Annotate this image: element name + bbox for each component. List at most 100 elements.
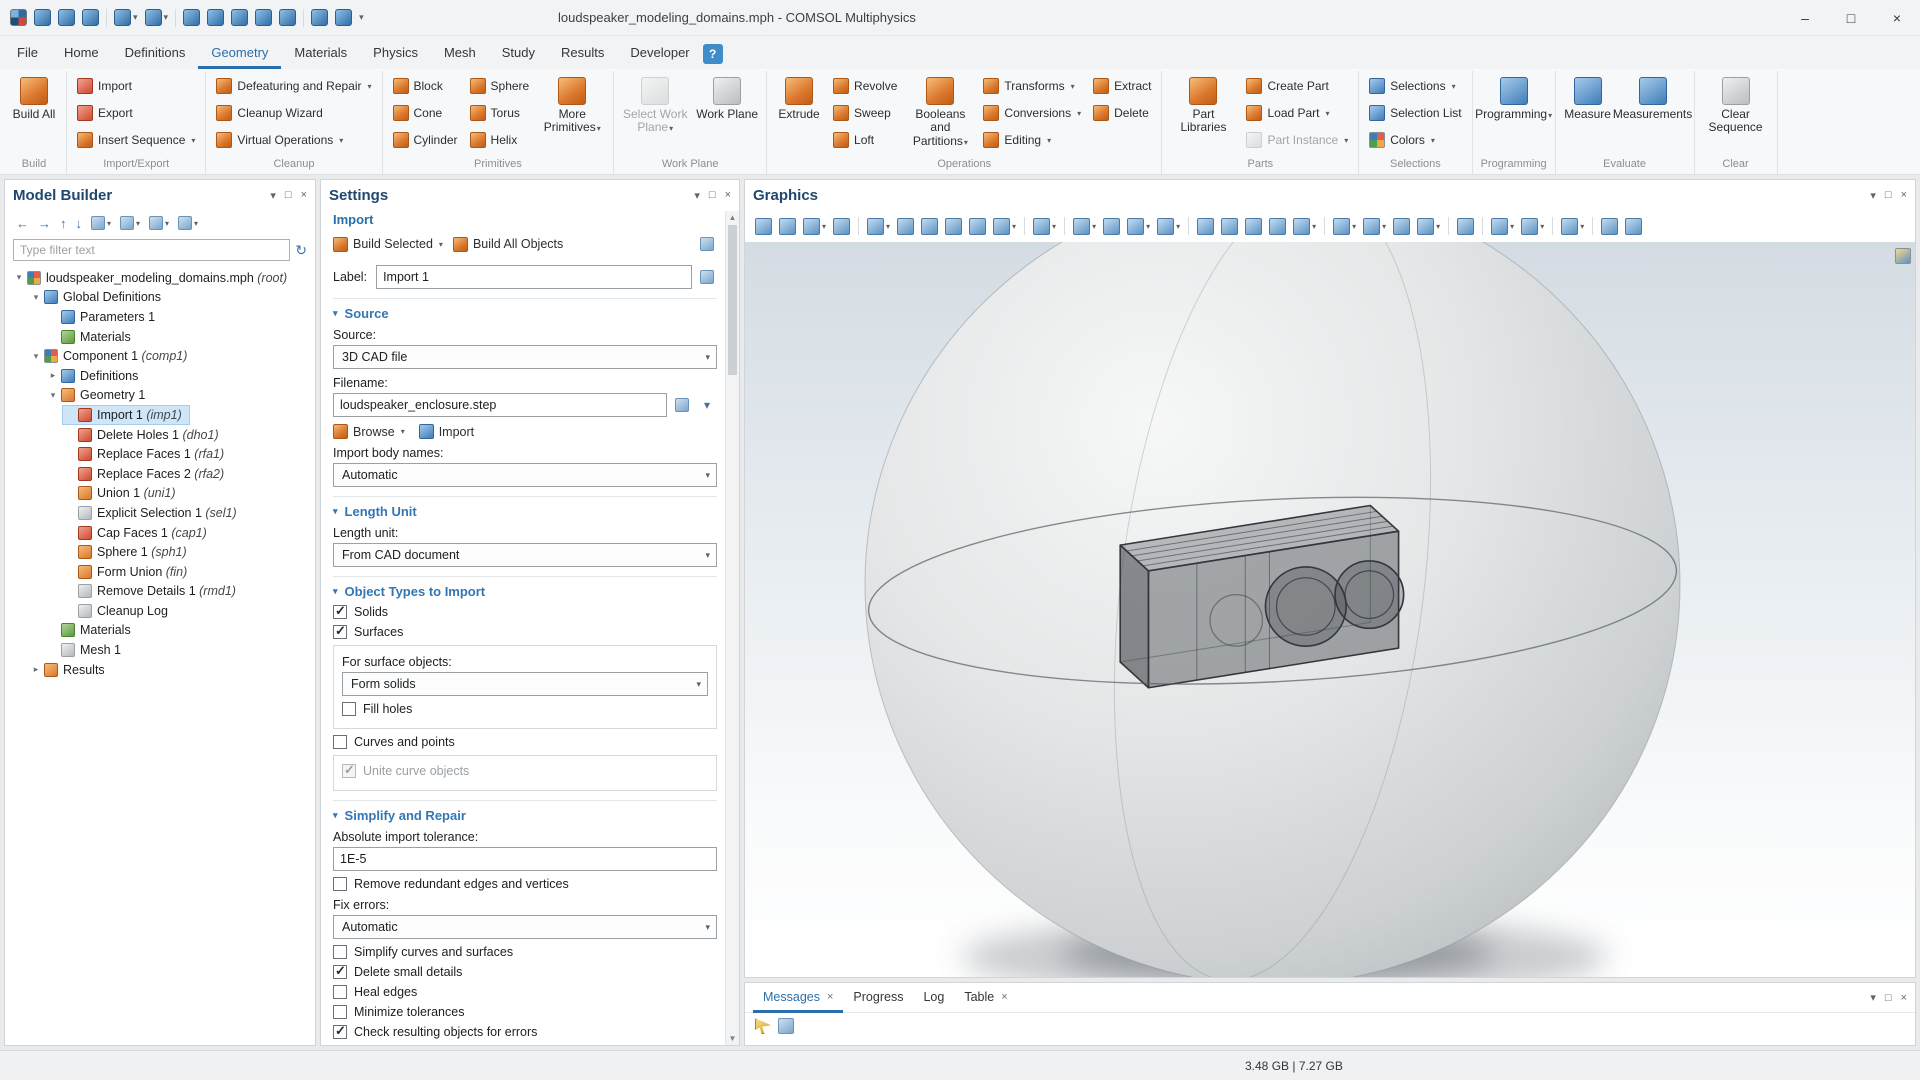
chevron-down-icon[interactable]: ▾: [270, 189, 276, 202]
go-to-yz-view-button[interactable]: [919, 216, 940, 237]
button-sweep[interactable]: Sweep: [828, 100, 902, 126]
button-helix[interactable]: Helix: [465, 127, 535, 153]
button-build-all[interactable]: Build All: [7, 73, 61, 123]
save-as-button[interactable]: [82, 9, 99, 26]
button-sphere[interactable]: Sphere: [465, 73, 535, 99]
refresh-icon[interactable]: ↻: [295, 242, 307, 259]
menu-tab-results[interactable]: Results: [548, 38, 617, 69]
button-torus[interactable]: Torus: [465, 100, 535, 126]
menu-tab-geometry[interactable]: Geometry: [198, 38, 281, 69]
object-types-section-header[interactable]: ▾ Object Types to Import: [333, 584, 717, 599]
comsol-app-button[interactable]: [10, 9, 27, 26]
checkbox-surfaces[interactable]: Surfaces: [333, 625, 717, 639]
button-delete[interactable]: Delete: [1088, 100, 1156, 126]
button-selections[interactable]: Selections▾: [1364, 73, 1466, 99]
clip-plane-button[interactable]: ▾: [1291, 216, 1318, 237]
open-file-button[interactable]: [34, 9, 51, 26]
button-booleans-and-partitions[interactable]: Booleans and Partitions▾: [904, 73, 976, 150]
button-conversions[interactable]: Conversions▾: [978, 100, 1086, 126]
button-work-plane[interactable]: Work Plane: [693, 73, 761, 123]
pointer-info-icon[interactable]: [755, 1018, 771, 1034]
button-cleanup-wizard[interactable]: Cleanup Wizard: [211, 100, 376, 126]
button-export[interactable]: Export: [72, 100, 200, 126]
tree-item-sphere-1[interactable]: Sphere 1 (sph1): [62, 542, 195, 562]
menu-tab-study[interactable]: Study: [489, 38, 548, 69]
checkbox-minimize-tolerances[interactable]: Minimize tolerances: [333, 1005, 717, 1019]
filter-button[interactable]: ▾: [175, 215, 201, 231]
expand-open-icon[interactable]: ▾: [29, 351, 43, 362]
snapshot-button[interactable]: [1599, 216, 1620, 237]
tree-item-explicit-selection-1[interactable]: Explicit Selection 1 (sel1): [62, 503, 245, 523]
copy-button[interactable]: [207, 9, 224, 26]
print-button[interactable]: [1623, 216, 1644, 237]
build-all-objects-button[interactable]: Build All Objects: [453, 237, 563, 252]
forward-button[interactable]: →: [35, 215, 54, 232]
graphics-canvas[interactable]: [745, 242, 1915, 977]
show-hidden-button[interactable]: [1219, 216, 1240, 237]
checkbox-simplify-curves[interactable]: Simplify curves and surfaces: [333, 945, 717, 959]
canvas-context-icon[interactable]: [1895, 248, 1911, 264]
show-options-button[interactable]: ▾: [88, 215, 114, 231]
button-load-part[interactable]: Load Part▾: [1241, 100, 1353, 126]
tree-item-results[interactable]: ▸Results: [28, 660, 113, 680]
button-insert-sequence[interactable]: Insert Sequence▾: [72, 127, 200, 153]
zoom-extents-button[interactable]: ▾: [801, 216, 828, 237]
scrollbar-thumb[interactable]: [728, 225, 737, 375]
zoom-in-button[interactable]: [753, 216, 774, 237]
wireframe-rendering-button[interactable]: ▾: [1331, 216, 1358, 237]
button-extrude[interactable]: Extrude: [772, 73, 826, 123]
show-in-graphics-button[interactable]: [697, 233, 717, 255]
expand-open-icon[interactable]: ▾: [12, 272, 26, 283]
button-measurements[interactable]: Measurements: [1617, 73, 1689, 123]
close-button[interactable]: ×: [1874, 0, 1920, 36]
undo-button[interactable]: ▾: [114, 9, 138, 26]
tree-item-definitions[interactable]: ▸Definitions: [45, 366, 146, 386]
expand-closed-icon[interactable]: ▸: [29, 664, 43, 675]
button-cylinder[interactable]: Cylinder: [388, 127, 463, 153]
button-create-part[interactable]: Create Part: [1241, 73, 1353, 99]
expand-open-icon[interactable]: ▾: [46, 390, 60, 401]
redo-button[interactable]: ▾: [145, 9, 169, 26]
close-icon[interactable]: ×: [827, 991, 833, 1003]
minimize-button[interactable]: –: [1782, 0, 1828, 36]
float-icon[interactable]: □: [1885, 992, 1892, 1004]
chevron-down-icon[interactable]: ▾: [1870, 991, 1876, 1004]
button-virtual-operations[interactable]: Virtual Operations▾: [211, 127, 376, 153]
close-icon[interactable]: ×: [301, 189, 307, 201]
duplicate-button[interactable]: [255, 9, 272, 26]
scroll-up-icon[interactable]: ▲: [726, 213, 739, 222]
go-to-default-view-button[interactable]: ▾: [865, 216, 892, 237]
move-up-button[interactable]: ↑: [57, 215, 70, 232]
tree-item-cap-faces-1[interactable]: Cap Faces 1 (cap1): [62, 523, 215, 543]
float-icon[interactable]: □: [285, 189, 292, 201]
menu-tab-definitions[interactable]: Definitions: [112, 38, 199, 69]
close-icon[interactable]: ×: [725, 189, 731, 201]
paste-button[interactable]: [231, 9, 248, 26]
tree-item-geometry-1[interactable]: ▾Geometry 1: [45, 386, 153, 406]
tab-table[interactable]: Table×: [954, 983, 1017, 1013]
material-color-button[interactable]: ▾: [1519, 216, 1546, 237]
button-extract[interactable]: Extract: [1088, 73, 1156, 99]
expand-open-icon[interactable]: ▾: [29, 292, 43, 303]
button-editing[interactable]: Editing▾: [978, 127, 1086, 153]
menu-tab-developer[interactable]: Developer: [617, 38, 702, 69]
environment-reflections-button[interactable]: ▾: [1415, 216, 1442, 237]
menu-tab-file[interactable]: File: [4, 38, 51, 69]
checkbox-check-resulting-objects[interactable]: Check resulting objects for errors: [333, 1025, 717, 1039]
build-selected-button[interactable]: Build Selected ▾: [333, 237, 443, 252]
tab-messages[interactable]: Messages×: [753, 983, 843, 1013]
zoom-out-button[interactable]: [777, 216, 798, 237]
tree-item-component-1[interactable]: ▾Component 1 (comp1): [28, 346, 195, 366]
open-file-button[interactable]: [672, 394, 692, 416]
filename-input[interactable]: [333, 393, 667, 417]
reset-hiding-button[interactable]: [1243, 216, 1264, 237]
tolerance-input[interactable]: [333, 847, 717, 871]
save-button[interactable]: [58, 9, 75, 26]
button-cone[interactable]: Cone: [388, 100, 463, 126]
length-unit-select[interactable]: From CAD document ▾: [333, 543, 717, 567]
recent-files-button[interactable]: ▾: [697, 394, 717, 416]
browse-button[interactable]: Browse ▾: [333, 424, 405, 439]
maximize-button[interactable]: □: [1828, 0, 1874, 36]
button-import[interactable]: Import: [72, 73, 200, 99]
close-icon[interactable]: ×: [1001, 991, 1007, 1003]
